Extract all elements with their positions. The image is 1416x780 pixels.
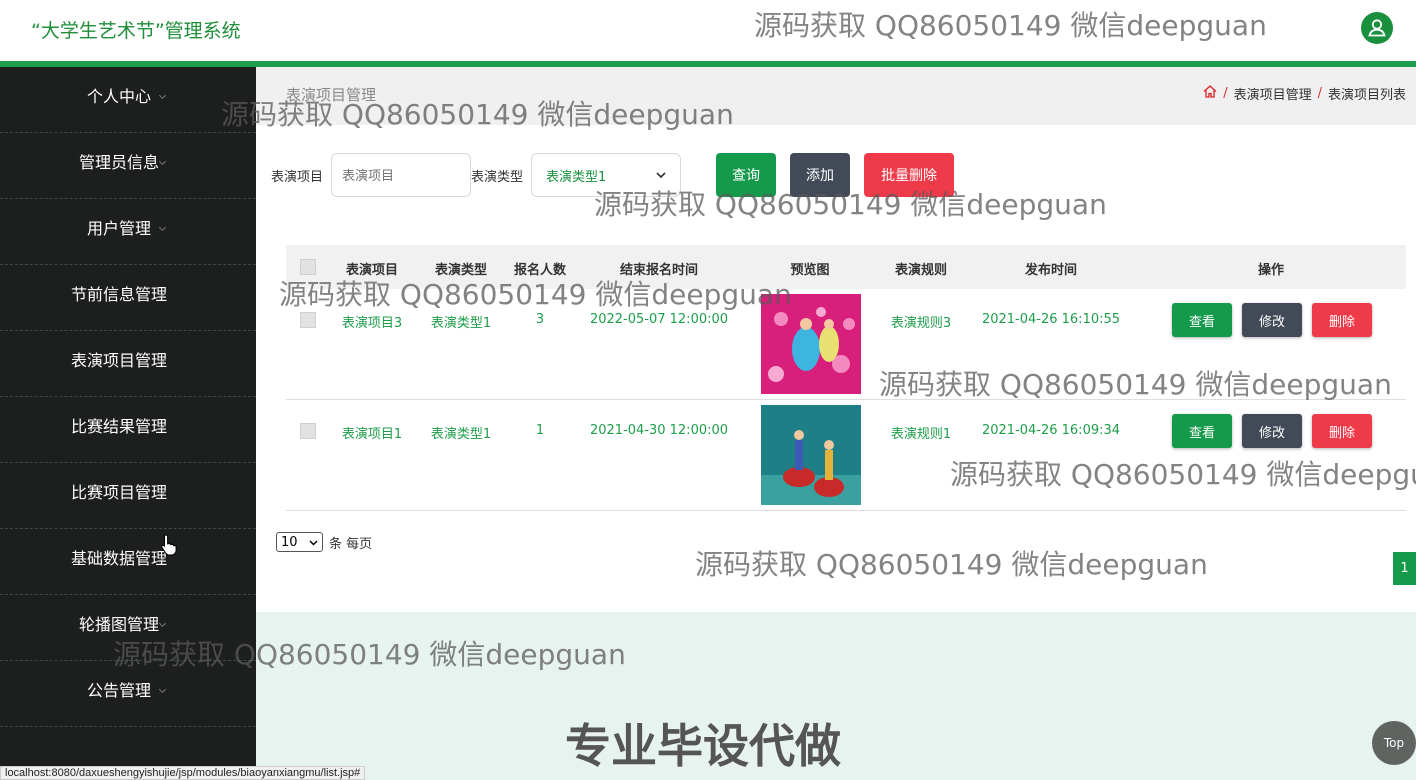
sidebar-item-label: 比赛结果管理 xyxy=(70,417,167,436)
preview-image xyxy=(761,405,861,505)
select-all-checkbox[interactable] xyxy=(300,259,316,275)
search-button[interactable]: 查询 xyxy=(716,153,776,197)
page-size-control: 10 条 每页 xyxy=(276,532,372,552)
promo-text: 专业毕设代做 xyxy=(565,719,841,773)
type-filter-label: 表演类型 xyxy=(471,170,524,185)
sidebar-item-announcements[interactable]: 公告管理 xyxy=(0,661,256,727)
view-button[interactable]: 查看 xyxy=(1172,303,1232,337)
add-button[interactable]: 添加 xyxy=(790,153,850,197)
sidebar-item-admin-info[interactable]: 管理员信息 xyxy=(0,133,256,199)
chevron-down-icon xyxy=(309,535,318,550)
sidebar-item-basic-data[interactable]: 基础数据管理 xyxy=(0,529,256,595)
cell-type: 表演类型1 xyxy=(430,427,492,442)
sidebar-item-label: 公告管理 xyxy=(86,681,151,700)
column-header: 报名人数 xyxy=(513,263,567,278)
sidebar-item-label: 节前信息管理 xyxy=(70,285,167,304)
top-header: “大学生艺术节”管理系统 xyxy=(0,0,1416,61)
type-select[interactable]: 表演类型1 xyxy=(531,153,681,197)
page-size-select[interactable]: 10 xyxy=(276,532,323,552)
batch-delete-button[interactable]: 批量删除 xyxy=(864,153,954,197)
column-header: 表演规则 xyxy=(894,263,948,278)
sidebar-item-competition-projects[interactable]: 比赛项目管理 xyxy=(0,463,256,529)
breadcrumb: / 表演项目管理 / 表演项目列表 xyxy=(1203,84,1406,103)
sidebar-item-label: 轮播图管理 xyxy=(78,615,159,634)
cell-project: 表演项目3 xyxy=(341,316,403,331)
sidebar-item-label: 个人中心 xyxy=(86,87,151,106)
type-select-value: 表演类型1 xyxy=(546,169,607,185)
view-button[interactable]: 查看 xyxy=(1172,414,1232,448)
cell-project: 表演项目1 xyxy=(341,427,403,442)
sidebar-item-user-management[interactable]: 用户管理 xyxy=(0,199,256,265)
sidebar-item-label: 管理员信息 xyxy=(78,153,159,172)
column-header: 预览图 xyxy=(790,263,830,278)
column-header: 表演项目 xyxy=(345,263,399,278)
column-header: 发布时间 xyxy=(1024,263,1078,278)
sidebar-item-label: 比赛项目管理 xyxy=(70,483,167,502)
page-size-value: 10 xyxy=(281,534,298,550)
status-bar-url: localhost:8080/daxueshengyishujie/jsp/mo… xyxy=(0,766,366,780)
project-filter-label: 表演项目 xyxy=(271,170,324,185)
sidebar-item-label: 基础数据管理 xyxy=(70,549,167,568)
page-title: 表演项目管理 xyxy=(286,86,377,104)
cell-rule: 表演规则3 xyxy=(890,316,952,331)
cell-count: 1 xyxy=(535,423,545,438)
cell-publish-time: 2021-04-26 16:10:55 xyxy=(981,312,1121,327)
column-header: 操作 xyxy=(1257,263,1285,278)
delete-button[interactable]: 删除 xyxy=(1312,414,1372,448)
page-size-suffix: 条 每页 xyxy=(329,536,373,552)
sidebar-item-competition-results[interactable]: 比赛结果管理 xyxy=(0,397,256,463)
row-checkbox[interactable] xyxy=(300,312,316,328)
breadcrumb-item: 表演项目列表 xyxy=(1327,88,1406,103)
column-header: 表演类型 xyxy=(434,263,488,278)
table-row: 表演项目1 表演类型1 1 2021-04-30 12:00:00 表演规则1 … xyxy=(286,400,1406,511)
page-number-button[interactable]: 1 xyxy=(1393,552,1416,585)
back-to-top-button[interactable]: Top xyxy=(1372,721,1416,765)
home-icon[interactable] xyxy=(1203,85,1217,102)
sidebar-item-label: 表演项目管理 xyxy=(70,351,167,370)
breadcrumb-separator: / xyxy=(1223,86,1228,101)
cell-count: 3 xyxy=(535,312,545,327)
cell-publish-time: 2021-04-26 16:09:34 xyxy=(981,423,1121,438)
user-icon[interactable] xyxy=(1361,12,1393,44)
preview-image xyxy=(761,294,861,394)
cell-end-time: 2022-05-07 12:00:00 xyxy=(589,312,729,327)
breadcrumb-separator: / xyxy=(1317,86,1322,101)
edit-button[interactable]: 修改 xyxy=(1242,414,1302,448)
table-header: 表演项目 表演类型 报名人数 结束报名时间 预览图 表演规则 发布时间 操作 xyxy=(286,245,1406,289)
breadcrumb-bar: 表演项目管理 / 表演项目管理 / 表演项目列表 xyxy=(256,67,1416,125)
breadcrumb-item[interactable]: 表演项目管理 xyxy=(1234,84,1312,103)
edit-button[interactable]: 修改 xyxy=(1242,303,1302,337)
row-checkbox[interactable] xyxy=(300,423,316,439)
chevron-down-icon xyxy=(656,168,666,183)
column-header: 结束报名时间 xyxy=(619,263,699,278)
sidebar: 个人中心 管理员信息 用户管理 节前信息管理 表演项目管理 比赛结果管理 比赛项… xyxy=(0,67,256,780)
table-row: 表演项目3 表演类型1 3 2022-05-07 12:00:00 表演规则3 … xyxy=(286,289,1406,400)
sidebar-item-label: 用户管理 xyxy=(86,219,151,238)
sidebar-item-performance-projects[interactable]: 表演项目管理 xyxy=(0,331,256,397)
main-content: 表演项目管理 / 表演项目管理 / 表演项目列表 表演项目 表演类型 表演类型1… xyxy=(256,67,1416,780)
cell-end-time: 2021-04-30 12:00:00 xyxy=(589,423,729,438)
sidebar-item-carousel[interactable]: 轮播图管理 xyxy=(0,595,256,661)
cell-rule: 表演规则1 xyxy=(890,427,952,442)
sidebar-item-pre-festival-info[interactable]: 节前信息管理 xyxy=(0,265,256,331)
hand-cursor-icon xyxy=(161,534,177,556)
project-search-input[interactable] xyxy=(331,153,471,197)
sidebar-item-personal-center[interactable]: 个人中心 xyxy=(0,67,256,133)
delete-button[interactable]: 删除 xyxy=(1312,303,1372,337)
cell-type: 表演类型1 xyxy=(430,316,492,331)
data-table: 表演项目 表演类型 报名人数 结束报名时间 预览图 表演规则 发布时间 操作 表… xyxy=(286,245,1406,511)
app-title: “大学生艺术节”管理系统 xyxy=(31,20,241,42)
